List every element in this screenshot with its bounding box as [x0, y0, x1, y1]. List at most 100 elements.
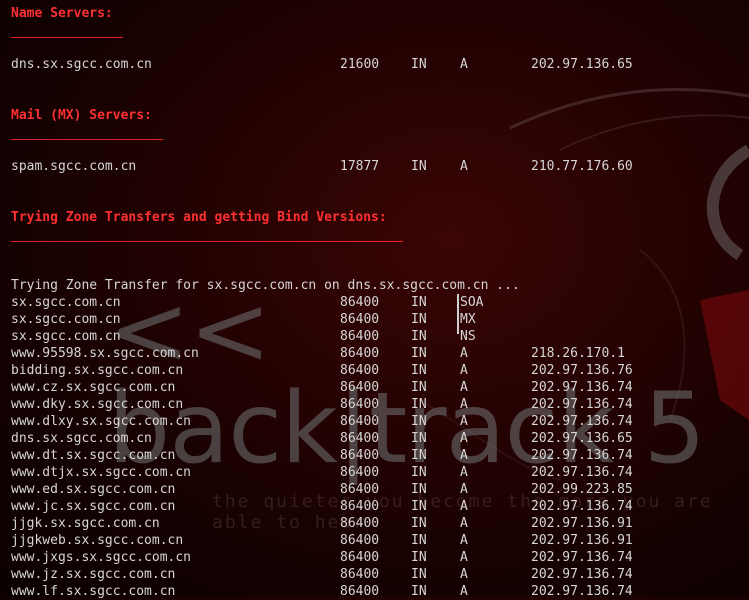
record-type: MX — [460, 312, 476, 327]
record-host: www.jxgs.sx.sgcc.com.cn — [11, 550, 192, 565]
record-host: www.jz.sx.sgcc.com.cn — [11, 567, 176, 582]
record-ip: 218.26.170.1 — [531, 346, 625, 361]
record-host: www.95598.sx.sgcc.com.cn — [11, 346, 199, 361]
record-host: sx.sgcc.com.cn — [11, 312, 121, 327]
record-type: A — [460, 57, 468, 72]
record-ip: 202.97.136.91 — [531, 516, 633, 531]
header-underline — [11, 37, 123, 38]
record-host: www.dlxy.sx.sgcc.com.cn — [11, 414, 192, 429]
record-ttl: 21600 — [340, 57, 380, 72]
record-ip: 202.97.136.74 — [531, 550, 633, 565]
record-class: IN — [411, 414, 427, 429]
record-ip: 202.99.223.85 — [531, 482, 633, 497]
record-type: A — [460, 346, 468, 361]
record-host: dns.sx.sgcc.com.cn — [11, 57, 152, 72]
record-ttl: 86400 — [340, 312, 380, 327]
record-type: A — [460, 414, 468, 429]
record-type: A — [460, 431, 468, 446]
record-type: A — [460, 159, 468, 174]
record-type: NS — [460, 329, 476, 344]
record-host: jjgk.sx.sgcc.com.cn — [11, 516, 160, 531]
record-type: A — [460, 380, 468, 395]
record-type: SOA — [460, 295, 484, 310]
record-ttl: 86400 — [340, 380, 380, 395]
record-class: IN — [411, 550, 427, 565]
record-class: IN — [411, 448, 427, 463]
header-underline — [11, 241, 403, 242]
record-class: IN — [411, 516, 427, 531]
record-ip: 202.97.136.74 — [531, 465, 633, 480]
text-cursor — [457, 294, 459, 334]
record-ttl: 86400 — [340, 295, 380, 310]
record-ttl: 86400 — [340, 329, 380, 344]
record-host: jjgkweb.sx.sgcc.com.cn — [11, 533, 184, 548]
record-type: A — [460, 584, 468, 599]
record-ttl: 86400 — [340, 431, 380, 446]
record-ttl: 86400 — [340, 397, 380, 412]
record-ttl: 86400 — [340, 448, 380, 463]
record-type: A — [460, 550, 468, 565]
record-host: spam.sgcc.com.cn — [11, 159, 137, 174]
record-class: IN — [411, 329, 427, 344]
record-host: sx.sgcc.com.cn — [11, 329, 121, 344]
record-class: IN — [411, 57, 427, 72]
record-type: A — [460, 448, 468, 463]
terminal-output[interactable]: Name Servers: dns.sx.sgcc.com.cn 21600 I… — [0, 0, 749, 599]
record-class: IN — [411, 346, 427, 361]
record-host: www.cz.sx.sgcc.com.cn — [11, 380, 176, 395]
record-type: A — [460, 499, 468, 514]
record-ttl: 86400 — [340, 414, 380, 429]
record-class: IN — [411, 397, 427, 412]
record-type: A — [460, 482, 468, 497]
record-class: IN — [411, 159, 427, 174]
record-type: A — [460, 465, 468, 480]
record-class: IN — [411, 499, 427, 514]
record-host: dns.sx.sgcc.com.cn — [11, 431, 152, 446]
record-ttl: 86400 — [340, 533, 380, 548]
record-ttl: 86400 — [340, 550, 380, 565]
record-ip: 202.97.136.65 — [531, 57, 633, 72]
record-host: bidding.sx.sgcc.com.cn — [11, 363, 184, 378]
record-class: IN — [411, 482, 427, 497]
record-ip: 202.97.136.74 — [531, 448, 633, 463]
name-server-record: dns.sx.sgcc.com.cn 21600 IN A 202.97.136… — [11, 56, 633, 73]
record-class: IN — [411, 295, 427, 310]
record-ttl: 86400 — [340, 567, 380, 582]
record-class: IN — [411, 584, 427, 599]
record-type: A — [460, 533, 468, 548]
record-ip: 202.97.136.76 — [531, 363, 633, 378]
record-class: IN — [411, 431, 427, 446]
record-ttl: 86400 — [340, 499, 380, 514]
record-host: www.dt.sx.sgcc.com.cn — [11, 448, 176, 463]
header-underline — [11, 139, 163, 140]
record-ttl: 86400 — [340, 346, 380, 361]
record-host: www.lf.sx.sgcc.com.cn — [11, 584, 176, 599]
record-type: A — [460, 567, 468, 582]
record-ip: 210.77.176.60 — [531, 159, 633, 174]
record-host: www.dky.sx.sgcc.com.cn — [11, 397, 184, 412]
record-type: A — [460, 397, 468, 412]
zone-transfers-header: Trying Zone Transfers and getting Bind V… — [11, 210, 387, 225]
record-ip: 202.97.136.91 — [531, 533, 633, 548]
mail-servers-header: Mail (MX) Servers: — [11, 108, 152, 123]
record-ip: 202.97.136.74 — [531, 397, 633, 412]
record-host: www.dtjx.sx.sgcc.com.cn — [11, 465, 192, 480]
mail-server-record: spam.sgcc.com.cn 17877 IN A 210.77.176.6… — [11, 158, 633, 175]
record-host: sx.sgcc.com.cn — [11, 295, 121, 310]
name-servers-header: Name Servers: — [11, 6, 113, 21]
record-ip: 202.97.136.74 — [531, 584, 633, 599]
record-ttl: 17877 — [340, 159, 380, 174]
record-class: IN — [411, 465, 427, 480]
record-ip: 202.97.136.74 — [531, 567, 633, 582]
record-ip: 202.97.136.74 — [531, 414, 633, 429]
record-type: A — [460, 363, 468, 378]
record-type: A — [460, 516, 468, 531]
record-ttl: 86400 — [340, 363, 380, 378]
record-class: IN — [411, 363, 427, 378]
record-ttl: 86400 — [340, 584, 380, 599]
record-ip: 202.97.136.74 — [531, 499, 633, 514]
record-ttl: 86400 — [340, 465, 380, 480]
record-class: IN — [411, 567, 427, 582]
record-host: www.jc.sx.sgcc.com.cn — [11, 499, 176, 514]
zone-transfer-status: Trying Zone Transfer for sx.sgcc.com.cn … — [11, 278, 520, 293]
